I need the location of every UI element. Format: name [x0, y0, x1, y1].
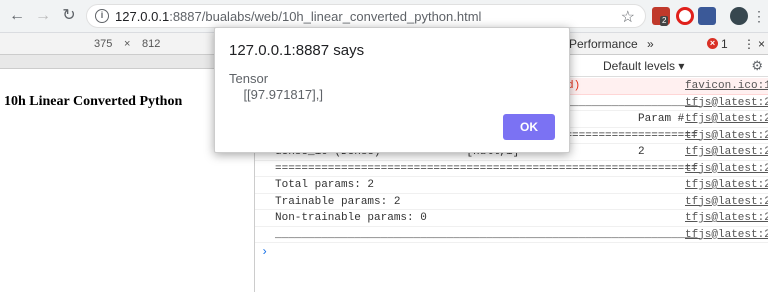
error-icon[interactable]: ×: [707, 38, 718, 49]
menu-icon[interactable]: ⋮: [750, 7, 768, 25]
dialog-title: 127.0.0.1:8887 says: [229, 42, 365, 59]
console-source-link[interactable]: tfjs@latest:2: [685, 163, 768, 175]
device-height[interactable]: 812: [142, 38, 160, 50]
address-bar[interactable]: i 127.0.0.1:8887/bualabs/web/10h_linear_…: [86, 4, 646, 28]
extension-s-icon[interactable]: [698, 7, 716, 25]
console-row: Non-trainable params: 0 tfjs@latest:2: [255, 210, 768, 227]
console-row: ========================================…: [255, 161, 768, 177]
back-icon[interactable]: ←: [8, 7, 26, 25]
tab-performance[interactable]: Performance: [569, 37, 638, 51]
url-text: 127.0.0.1:8887/bualabs/web/10h_linear_co…: [115, 9, 482, 24]
alert-dialog: 127.0.0.1:8887 says Tensor [[97.971817],…: [214, 27, 570, 153]
reload-icon[interactable]: ↻: [60, 7, 78, 25]
dialog-message: Tensor [[97.971817],]: [229, 71, 323, 102]
device-width[interactable]: 375: [94, 38, 112, 50]
close-devtools-icon[interactable]: ×: [758, 37, 765, 51]
console-source-link[interactable]: tfjs@latest:2: [685, 113, 768, 125]
console-source-link[interactable]: tfjs@latest:2: [685, 130, 768, 142]
avatar[interactable]: [730, 7, 748, 25]
bookmark-star-icon[interactable]: ☆: [621, 7, 635, 27]
log-levels-dropdown[interactable]: Default levels ▾: [603, 59, 684, 73]
console-row: Trainable params: 2 tfjs@latest:2: [255, 194, 768, 210]
console-source-link[interactable]: tfjs@latest:2: [685, 229, 768, 241]
console-source-link[interactable]: tfjs@latest:2: [685, 212, 768, 224]
gear-icon[interactable]: ⚙: [751, 58, 763, 74]
console-source-link[interactable]: favicon.ico:1: [685, 80, 768, 92]
console-row: ________________________________________…: [255, 227, 768, 243]
console-source-link[interactable]: tfjs@latest:2: [685, 179, 768, 191]
info-icon[interactable]: i: [95, 9, 109, 23]
forward-icon[interactable]: →: [34, 7, 52, 25]
console-prompt-row[interactable]: ›: [255, 243, 768, 263]
console-source-link[interactable]: tfjs@latest:2: [685, 97, 768, 109]
console-source-link[interactable]: tfjs@latest:2: [685, 146, 768, 158]
console-source-link[interactable]: tfjs@latest:2: [685, 196, 768, 208]
more-tabs-icon[interactable]: »: [647, 37, 654, 51]
console-prompt-icon: ›: [261, 245, 269, 259]
dimension-times: ×: [124, 38, 131, 50]
opera-icon[interactable]: [676, 7, 694, 25]
page-title: 10h Linear Converted Python: [4, 94, 183, 109]
console-row: Total params: 2 tfjs@latest:2: [255, 177, 768, 194]
devtools-menu-icon[interactable]: ⋮: [743, 37, 755, 51]
ok-button[interactable]: OK: [503, 114, 555, 140]
extension-icon[interactable]: 2: [652, 7, 670, 26]
error-count: 1: [721, 37, 728, 51]
